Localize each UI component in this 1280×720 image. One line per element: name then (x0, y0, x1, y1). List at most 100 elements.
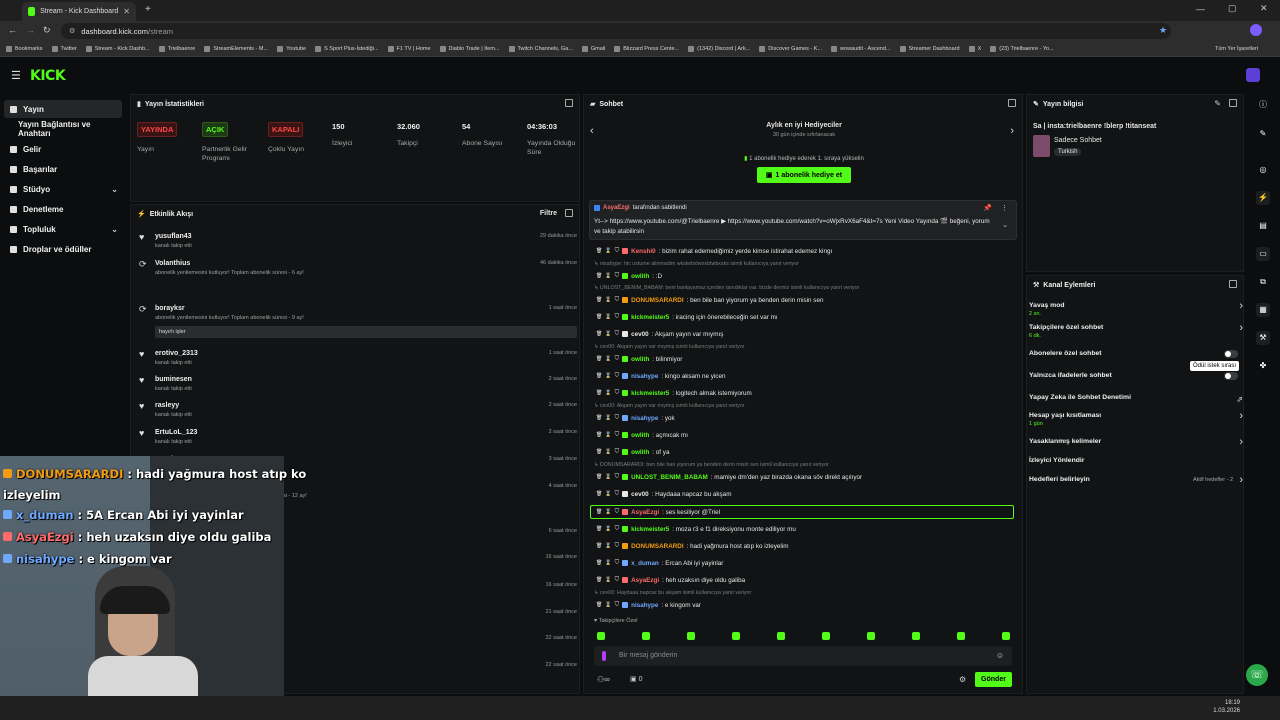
chevron-right-icon[interactable]: › (1239, 474, 1243, 486)
channel-action-item[interactable]: İzleyici Yönlendir (1029, 457, 1243, 464)
expand-icon[interactable] (565, 99, 573, 107)
toggle-switch[interactable] (1224, 372, 1238, 380)
event-username[interactable]: buminesen (155, 376, 192, 383)
reload-icon[interactable]: ↻ (43, 25, 51, 36)
url-field[interactable]: ⚙ dashboard.kick.com/stream (61, 23, 1171, 39)
chat-username[interactable]: owlith (631, 273, 649, 280)
bookmark-item[interactable]: (1342) Discord | Ark... (688, 45, 750, 52)
bookmark-item[interactable]: Trielbaenre (158, 45, 195, 52)
ban-icon[interactable]: ⛉ (615, 602, 620, 609)
chat-bubble-icon[interactable]: ▭ (1256, 247, 1270, 261)
ban-icon[interactable]: ⛉ (615, 248, 620, 255)
bookmark-item[interactable]: Twitch Channels, Ga... (508, 45, 573, 52)
chat-username[interactable]: owlith (631, 449, 649, 456)
ban-icon[interactable]: ⛉ (615, 577, 620, 584)
send-button[interactable]: Gönder (975, 672, 1012, 687)
menu-icon[interactable]: ☰ (11, 69, 21, 82)
profile-avatar[interactable] (1250, 24, 1262, 36)
ban-icon[interactable]: ⛉ (615, 390, 620, 397)
emote-icon[interactable] (732, 632, 740, 640)
kick-logo[interactable]: KICK (30, 68, 66, 84)
sidebar-item[interactable]: Yayın (4, 100, 122, 118)
chevron-right-icon[interactable]: › (1239, 436, 1243, 448)
channel-action-item[interactable]: Yasaklanmış kelimeler › (1029, 436, 1243, 448)
pinned-by-user[interactable]: AsyaEzgi (603, 205, 630, 211)
expand-icon[interactable] (1229, 99, 1237, 107)
delete-icon[interactable]: 🗑 (596, 491, 602, 497)
delete-icon[interactable]: 🗑 (596, 577, 602, 583)
timeout-icon[interactable]: ⌛ (605, 526, 611, 532)
event-username[interactable]: ErtuLoL_123 (155, 429, 197, 436)
timeout-icon[interactable]: ⌛ (605, 577, 611, 583)
timeout-icon[interactable]: ⌛ (605, 390, 611, 396)
delete-icon[interactable]: 🗑 (596, 390, 602, 396)
timeout-icon[interactable]: ⌛ (605, 248, 611, 254)
event-username[interactable]: Volanthius (155, 260, 190, 267)
timeout-icon[interactable]: ⌛ (605, 491, 611, 497)
timeout-icon[interactable]: ⌛ (605, 331, 611, 337)
timeout-icon[interactable]: ⌛ (605, 273, 611, 279)
delete-icon[interactable]: 🗑 (596, 474, 602, 480)
chat-username[interactable]: cev00 (631, 491, 649, 498)
ban-icon[interactable]: ⛉ (615, 356, 620, 363)
emote-icon[interactable] (1002, 632, 1010, 640)
ban-icon[interactable]: ⛉ (615, 509, 620, 516)
sidebar-item[interactable]: Stüdyo ⌄ (4, 180, 122, 198)
channel-action-item[interactable]: Yapay Zeka ile Sohbet Denetimi ⇗ (1029, 394, 1243, 404)
more-icon[interactable]: ⋮ (1001, 204, 1008, 212)
timeout-icon[interactable]: ⌛ (605, 297, 611, 303)
sidebar-item[interactable]: Gelir (4, 140, 122, 158)
all-bookmarks[interactable]: Tüm Yer İşaretleri (1215, 46, 1258, 52)
chat-username[interactable]: owlith (631, 356, 649, 363)
sidebar-item[interactable]: Droplar ve ödüller (4, 240, 122, 258)
channel-action-item[interactable]: Yavaş mod 2 sn. › (1029, 300, 1243, 317)
chat-username[interactable]: AsyaEzgi (631, 577, 659, 584)
close-tab-icon[interactable]: ✕ (123, 7, 130, 16)
emote-icon[interactable] (642, 632, 650, 640)
delete-icon[interactable]: 🗑 (596, 297, 602, 303)
bookmark-item[interactable]: S Sport Plus-İstediği... (315, 45, 379, 52)
bookmark-item[interactable]: StreamElements - M... (204, 45, 268, 52)
bookmark-item[interactable]: Streamer Dashboard (899, 45, 960, 52)
event-username[interactable]: yusuflan43 (155, 233, 192, 240)
bookmark-item[interactable]: F1 TV | Home (387, 45, 431, 52)
expand-icon[interactable] (1008, 99, 1016, 107)
timeout-icon[interactable]: ⌛ (605, 474, 611, 480)
reward-icon[interactable]: ✤ (1256, 359, 1270, 373)
delete-icon[interactable]: 🗑 (596, 273, 602, 279)
event-username[interactable]: erotivo_2313 (155, 350, 198, 357)
channel-points-icon[interactable]: ⚇∞ (597, 675, 610, 684)
ban-icon[interactable]: ⛉ (615, 432, 620, 439)
chevron-right-icon[interactable]: › (1239, 300, 1243, 312)
expand-icon[interactable] (565, 209, 573, 217)
chevron-right-icon[interactable]: › (1239, 322, 1243, 334)
delete-icon[interactable]: 🗑 (596, 248, 602, 254)
minimize-icon[interactable]: — (1196, 4, 1205, 14)
ban-icon[interactable]: ⛉ (615, 491, 620, 498)
emote-icon[interactable] (957, 632, 965, 640)
pin-icon[interactable]: 📌 (983, 204, 992, 212)
timeout-icon[interactable]: ⌛ (605, 356, 611, 362)
chat-username[interactable]: kickmeister5 (631, 390, 669, 397)
ban-icon[interactable]: ⛉ (615, 543, 620, 550)
delete-icon[interactable]: 🗑 (596, 356, 602, 362)
bookmark-item[interactable]: X (968, 45, 981, 52)
user-avatar[interactable] (1246, 68, 1260, 82)
ban-icon[interactable]: ⛉ (615, 526, 620, 533)
delete-icon[interactable]: 🗑 (596, 560, 602, 566)
chat-username[interactable]: DONUMSARARDI (631, 297, 683, 304)
category-name[interactable]: Sadece Sohbet (1054, 137, 1102, 144)
support-icon[interactable]: ☏ (1246, 664, 1268, 686)
chat-username[interactable]: owlith (631, 432, 649, 439)
mic-icon[interactable] (602, 651, 606, 661)
chat-username[interactable]: kickmeister5 (631, 526, 669, 533)
bookmark-item[interactable]: (23) Trielbaenre - Yo... (990, 45, 1054, 52)
bookmark-item[interactable]: Gmail (581, 45, 605, 52)
emote-icon[interactable] (597, 632, 605, 640)
delete-icon[interactable]: 🗑 (596, 415, 602, 421)
chat-username[interactable]: DONUMSARARDI (631, 543, 683, 550)
chat-username[interactable]: AsyaEzgi (631, 509, 659, 516)
browser-tab[interactable]: Stream - Kick Dashboard ✕ (22, 2, 136, 21)
ban-icon[interactable]: ⛉ (615, 449, 620, 456)
gift-sub-button[interactable]: ▣ 1 abonelik hediye et (757, 167, 851, 183)
